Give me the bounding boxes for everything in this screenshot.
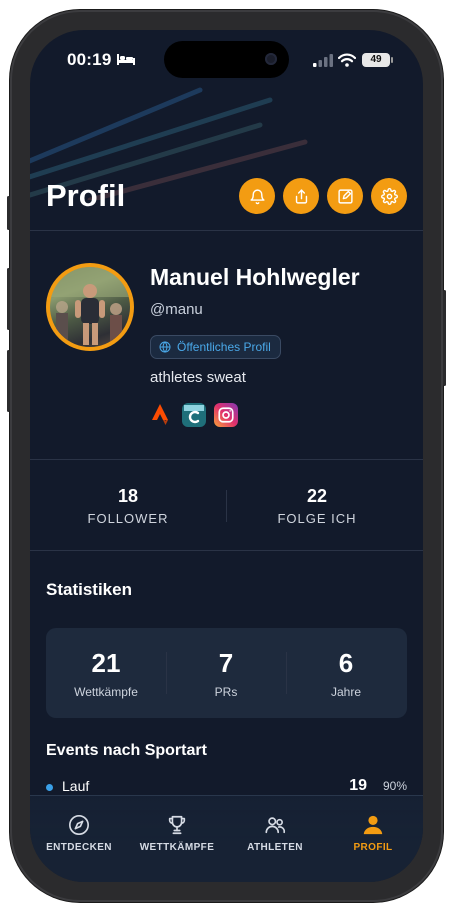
tab-profil[interactable]: PROFIL [324, 814, 422, 853]
events-title: Events nach Sportart [46, 742, 207, 759]
bell-icon [249, 188, 265, 204]
profile-handle: @manu [150, 301, 203, 318]
dynamic-island [164, 41, 289, 78]
runner-photo-icon [50, 267, 130, 345]
stat-label: Wettkämpfe [74, 685, 138, 699]
wifi-icon [338, 53, 356, 67]
strava-icon [152, 404, 168, 425]
strava-link[interactable] [150, 403, 174, 427]
followers-stat[interactable]: 18 FOLLOWER [30, 486, 226, 526]
power-button [443, 290, 446, 386]
stat-value: 7 [218, 648, 234, 678]
profile-photo [50, 267, 130, 347]
following-count: 22 [306, 486, 328, 506]
stats-title: Statistiken [46, 580, 132, 599]
cellular-signal-icon [313, 54, 333, 67]
profile-name: Manuel Hohlwegler [150, 264, 360, 290]
share-button[interactable] [283, 178, 319, 214]
followers-count: 18 [117, 486, 139, 506]
visibility-badge[interactable]: Öffentliches Profil [150, 335, 281, 359]
stat-label: Jahre [330, 685, 362, 699]
followers-label: FOLLOWER [87, 511, 169, 526]
avatar[interactable] [46, 263, 134, 351]
trophy-icon [168, 815, 186, 835]
stat-competitions: 21 Wettkämpfe [46, 648, 166, 699]
app-screen: 00:19 49 Profil Manuel Hohlwegler @manu … [30, 30, 423, 882]
tab-label: PROFIL [353, 842, 393, 853]
front-camera [265, 53, 277, 65]
instagram-icon [218, 407, 234, 423]
tab-wettkaempfe[interactable]: WETTKÄMPFE [128, 814, 226, 853]
c-app-link[interactable] [182, 403, 206, 427]
volume-down-button [7, 350, 10, 412]
stat-prs: 7 PRs [166, 648, 286, 699]
sleep-mode-icon [117, 54, 135, 65]
header-divider [30, 230, 423, 231]
page-title: Profil [46, 178, 126, 213]
globe-icon [159, 341, 171, 353]
person-icon [363, 815, 383, 835]
edit-profile-button[interactable] [327, 178, 363, 214]
settings-button[interactable] [371, 178, 407, 214]
status-time: 00:19 [67, 50, 112, 69]
tab-label: WETTKÄMPFE [139, 842, 215, 853]
tab-label: ATHLETEN [247, 842, 303, 853]
profile-divider [30, 459, 423, 460]
tab-bar: ENTDECKEN WETTKÄMPFE ATHLETEN PROFIL [30, 795, 423, 882]
stat-value: 21 [91, 648, 121, 678]
stat-label: PRs [214, 685, 238, 699]
stat-value: 6 [338, 648, 354, 678]
profile-bio: athletes sweat [150, 369, 246, 386]
event-sport-label: Lauf [62, 778, 90, 794]
tab-entdecken[interactable]: ENTDECKEN [30, 814, 128, 853]
volume-up-button [7, 268, 10, 330]
event-percent: 90% [382, 779, 407, 793]
notifications-button[interactable] [239, 178, 275, 214]
following-stat[interactable]: 22 FOLGE ICH [219, 486, 415, 526]
status-bar: 00:19 49 [30, 30, 423, 90]
gear-icon [380, 187, 398, 205]
c-app-icon [184, 405, 204, 424]
compass-icon [69, 815, 89, 835]
people-icon [265, 817, 286, 834]
tab-label: ENTDECKEN [46, 842, 112, 853]
stat-years: 6 Jahre [286, 648, 406, 699]
tab-athleten[interactable]: ATHLETEN [226, 814, 324, 853]
sport-color-dot [46, 784, 53, 791]
visibility-badge-label: Öffentliches Profil [177, 340, 271, 354]
event-count: 19 [349, 777, 367, 794]
following-label: FOLGE ICH [277, 511, 357, 526]
action-button [7, 196, 10, 230]
instagram-link[interactable] [214, 403, 238, 427]
battery-indicator: 49 [362, 53, 393, 67]
edit-icon [337, 188, 353, 204]
share-icon [295, 188, 307, 204]
follow-divider [30, 550, 423, 551]
stats-card: 21 Wettkämpfe 7 PRs 6 Jahre [46, 628, 407, 718]
